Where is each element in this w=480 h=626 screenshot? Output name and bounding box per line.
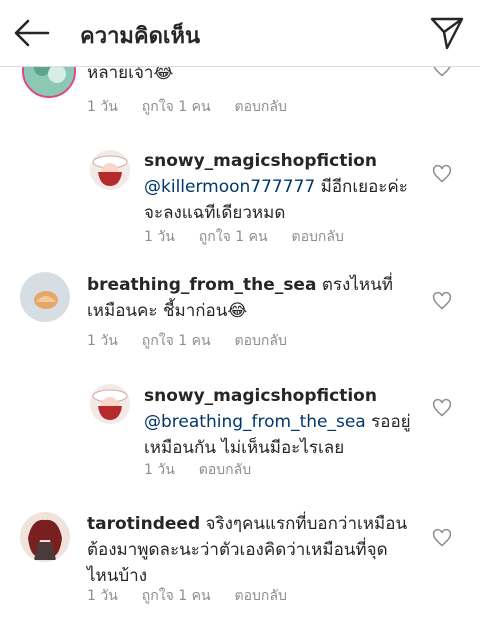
avatar[interactable] bbox=[20, 512, 70, 562]
reply-button[interactable]: ตอบกลับ bbox=[235, 99, 287, 115]
comment-time: 1 วัน bbox=[144, 462, 175, 478]
likes-count[interactable]: ถูกใจ 1 คน bbox=[142, 588, 211, 604]
comment-time: 1 วัน bbox=[87, 333, 118, 349]
page-title: ความคิดเห็น bbox=[80, 24, 200, 49]
comment-body: ตรงไหนที่ bbox=[316, 275, 393, 295]
comment-body: จริงๆคนแรกที่บอกว่าเหมือน bbox=[200, 514, 408, 534]
likes-count[interactable]: ถูกใจ 1 คน bbox=[142, 333, 211, 349]
heart-icon[interactable] bbox=[432, 291, 452, 311]
comment-meta: 1 วัน ถูกใจ 1 คน ตอบกลับ bbox=[87, 96, 311, 118]
reply-button[interactable]: ตอบกลับ bbox=[292, 229, 344, 245]
avatar[interactable] bbox=[20, 272, 70, 322]
comment-body: เหมือนคะ ชี้มาก่อน😂 bbox=[87, 301, 248, 321]
comment-text: snowy_magicshopfiction @breathing_from_t… bbox=[144, 383, 411, 461]
arrow-left-icon[interactable] bbox=[12, 16, 52, 50]
comment-text: tarotindeed จริงๆคนแรกที่บอกว่าเหมือน ต้… bbox=[87, 511, 407, 589]
username[interactable]: snowy_magicshopfiction bbox=[144, 151, 377, 171]
comment-text: snowy_magicshopfiction @killermoon777777… bbox=[144, 148, 408, 226]
reply-button[interactable]: ตอบกลับ bbox=[235, 333, 287, 349]
comment-meta: 1 วัน ถูกใจ 1 คน ตอบกลับ bbox=[144, 226, 368, 248]
comment-meta: 1 วัน ถูกใจ 1 คน ตอบกลับ bbox=[87, 330, 311, 352]
comment-body: เหมือนกัน ไม่เห็นมีอะไรเลย bbox=[144, 438, 345, 458]
avatar[interactable] bbox=[90, 150, 130, 190]
heart-icon[interactable] bbox=[432, 164, 452, 184]
likes-count[interactable]: ถูกใจ 1 คน bbox=[199, 229, 268, 245]
send-icon[interactable] bbox=[428, 14, 466, 52]
heart-icon[interactable] bbox=[432, 528, 452, 548]
comment-body: ต้องมาพูดละนะว่าตัวเองคิดว่าเหมือนที่จุด bbox=[87, 540, 388, 560]
reply-button[interactable]: ตอบกลับ bbox=[235, 588, 287, 604]
comment-time: 1 วัน bbox=[87, 99, 118, 115]
comment-time: 1 วัน bbox=[144, 229, 175, 245]
comment-meta: 1 วัน ตอบกลับ bbox=[144, 459, 275, 481]
comment-body: มีอีกเยอะค่ะ bbox=[315, 177, 408, 197]
username[interactable]: snowy_magicshopfiction bbox=[144, 386, 377, 406]
mention-link[interactable]: @killermoon777777 bbox=[144, 177, 315, 197]
reply-button[interactable]: ตอบกลับ bbox=[199, 462, 251, 478]
comment-meta: 1 วัน ถูกใจ 1 คน ตอบกลับ bbox=[87, 585, 311, 607]
likes-count[interactable]: ถูกใจ 1 คน bbox=[142, 99, 211, 115]
username[interactable]: breathing_from_the_sea bbox=[87, 275, 316, 295]
username[interactable]: tarotindeed bbox=[87, 514, 200, 534]
avatar[interactable] bbox=[90, 384, 130, 424]
comment-time: 1 วัน bbox=[87, 588, 118, 604]
header-bar: ความคิดเห็น bbox=[0, 0, 480, 67]
comment-body: รออยู่ bbox=[365, 412, 411, 432]
mention-link[interactable]: @breathing_from_the_sea bbox=[144, 412, 366, 432]
comment-text: breathing_from_the_sea ตรงไหนที่ เหมือนค… bbox=[87, 272, 393, 324]
heart-icon[interactable] bbox=[432, 398, 452, 418]
comment-body: จะลงแฉทีเดียวหมด bbox=[144, 203, 286, 223]
